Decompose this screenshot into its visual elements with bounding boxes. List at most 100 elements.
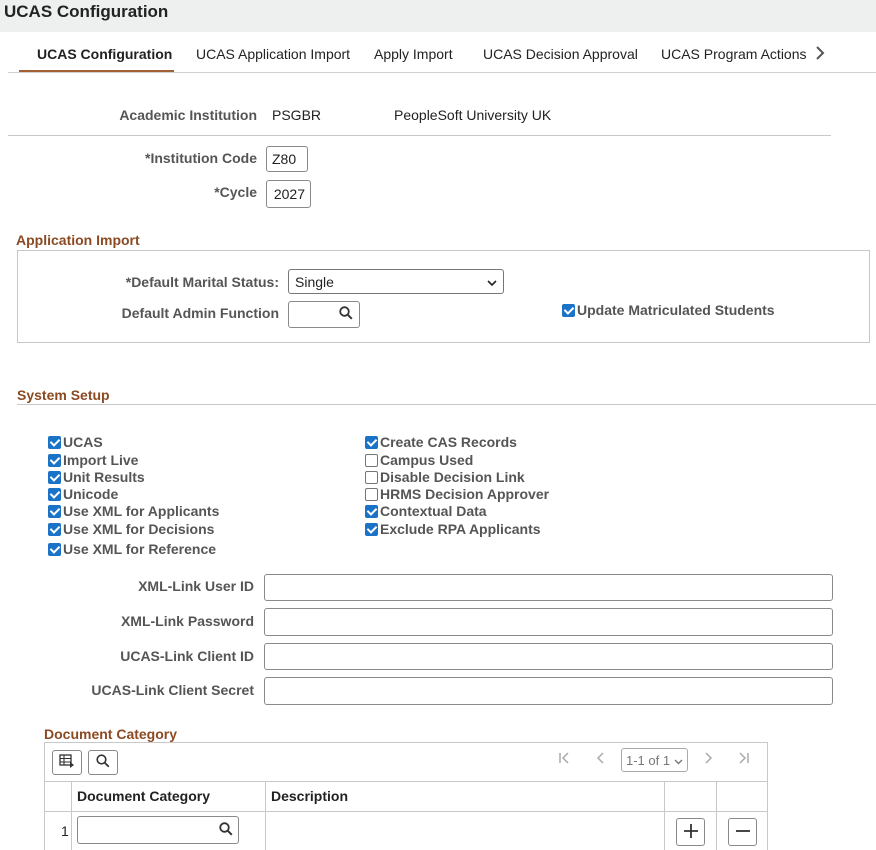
application-import-title: Application Import <box>16 232 140 248</box>
page-range-select[interactable]: 1-1 of 1 <box>621 748 688 772</box>
use-xml-applicants-checkbox[interactable]: Use XML for Applicants <box>48 503 219 519</box>
tab-ucas-configuration[interactable]: UCAS Configuration <box>37 46 172 62</box>
chevron-right-icon[interactable] <box>814 44 826 67</box>
institution-code-label: *Institution Code <box>145 150 257 166</box>
xml-link-user-id-input[interactable] <box>264 574 833 601</box>
cycle-label: *Cycle <box>214 184 257 200</box>
ucas-link-client-id-label: UCAS-Link Client ID <box>120 648 254 664</box>
chevron-down-icon <box>674 753 683 768</box>
checkbox-unchecked-icon <box>365 487 378 501</box>
document-category-input[interactable] <box>77 816 239 844</box>
update-matriculated-students-checkbox[interactable]: Update Matriculated Students <box>562 302 775 318</box>
delete-row-button[interactable] <box>728 818 757 846</box>
unicode-label: Unicode <box>63 486 119 502</box>
checkbox-checked-icon <box>48 453 61 467</box>
personalize-grid-button[interactable] <box>52 750 82 775</box>
checkbox-checked-icon <box>365 435 378 449</box>
checkbox-checked-icon <box>48 522 61 536</box>
checkbox-checked-icon <box>48 542 61 556</box>
grid-col-divider <box>716 781 717 850</box>
document-category-title: Document Category <box>44 726 178 742</box>
xml-link-password-input[interactable] <box>264 608 833 636</box>
default-marital-status-value: Single <box>295 273 334 290</box>
hrms-decision-approver-checkbox[interactable]: HRMS Decision Approver <box>365 486 549 502</box>
disable-decision-link-checkbox[interactable]: Disable Decision Link <box>365 469 525 485</box>
academic-institution-code: PSGBR <box>272 107 322 123</box>
last-page-icon[interactable] <box>738 751 750 769</box>
default-admin-function-label: Default Admin Function <box>121 305 279 321</box>
disable-decision-link-label: Disable Decision Link <box>380 469 525 485</box>
use-xml-decisions-checkbox[interactable]: Use XML for Decisions <box>48 521 214 537</box>
column-header-document-category[interactable]: Document Category <box>77 788 210 804</box>
minus-icon <box>735 823 751 842</box>
exclude-rpa-applicants-label: Exclude RPA Applicants <box>380 521 541 537</box>
grid-header-bottom-line <box>44 811 768 812</box>
xml-link-password-label: XML-Link Password <box>120 613 254 629</box>
checkbox-unchecked-icon <box>365 470 378 484</box>
plus-icon <box>683 823 699 842</box>
ucas-link-client-secret-input[interactable] <box>264 677 833 705</box>
add-row-button[interactable] <box>676 818 705 846</box>
search-icon[interactable] <box>219 822 233 839</box>
search-icon[interactable] <box>339 306 353 323</box>
tab-ucas-application-import[interactable]: UCAS Application Import <box>196 46 350 62</box>
campus-used-checkbox[interactable]: Campus Used <box>365 452 473 468</box>
grid-col-divider <box>265 781 266 850</box>
chevron-down-icon <box>487 274 497 290</box>
application-import-box <box>17 250 870 343</box>
tab-apply-import[interactable]: Apply Import <box>374 46 453 62</box>
search-icon <box>96 754 110 771</box>
checkbox-checked-icon <box>562 303 575 317</box>
ucas-link-client-id-input[interactable] <box>264 643 833 670</box>
page-title: UCAS Configuration <box>4 2 169 21</box>
column-header-description[interactable]: Description <box>271 788 348 804</box>
import-live-label: Import Live <box>63 452 139 468</box>
previous-page-icon[interactable] <box>595 751 605 769</box>
default-marital-status-select[interactable]: Single <box>288 269 504 294</box>
use-xml-decisions-label: Use XML for Decisions <box>63 521 215 537</box>
system-setup-divider <box>17 404 876 405</box>
tab-ucas-decision-approval[interactable]: UCAS Decision Approval <box>483 46 638 62</box>
row-number: 1 <box>61 823 69 839</box>
tabs-divider <box>8 72 876 73</box>
hrms-decision-approver-label: HRMS Decision Approver <box>380 486 550 502</box>
unicode-checkbox[interactable]: Unicode <box>48 486 118 502</box>
xml-link-user-id-label: XML-Link User ID <box>138 578 254 594</box>
ucas-checkbox[interactable]: UCAS <box>48 434 103 450</box>
grid-header-top-line <box>44 781 768 782</box>
next-page-icon[interactable] <box>704 751 714 769</box>
exclude-rpa-applicants-checkbox[interactable]: Exclude RPA Applicants <box>365 521 541 537</box>
use-xml-reference-checkbox[interactable]: Use XML for Reference <box>48 541 216 557</box>
contextual-data-label: Contextual Data <box>380 503 487 519</box>
ucas-link-client-secret-label: UCAS-Link Client Secret <box>91 682 254 698</box>
checkbox-checked-icon <box>365 522 378 536</box>
tab-ucas-program-actions[interactable]: UCAS Program Actions <box>661 46 807 62</box>
cycle-input[interactable]: 2027 <box>266 180 311 208</box>
default-marital-status-label: *Default Marital Status: <box>125 274 279 290</box>
use-xml-applicants-label: Use XML for Applicants <box>63 503 220 519</box>
contextual-data-checkbox[interactable]: Contextual Data <box>365 503 487 519</box>
checkbox-checked-icon <box>48 435 61 449</box>
first-page-icon[interactable] <box>558 751 570 769</box>
system-setup-title: System Setup <box>17 387 110 403</box>
checkbox-checked-icon <box>48 487 61 501</box>
ucas-label: UCAS <box>63 434 103 450</box>
checkbox-checked-icon <box>48 470 61 484</box>
campus-used-label: Campus Used <box>380 452 474 468</box>
grid-col-divider <box>664 781 665 850</box>
create-cas-records-checkbox[interactable]: Create CAS Records <box>365 434 517 450</box>
update-matriculated-students-label: Update Matriculated Students <box>577 302 775 318</box>
import-live-checkbox[interactable]: Import Live <box>48 452 138 468</box>
create-cas-records-label: Create CAS Records <box>380 434 517 450</box>
grid-col-divider <box>71 781 72 850</box>
use-xml-reference-label: Use XML for Reference <box>63 541 217 557</box>
academic-institution-label: Academic Institution <box>119 107 257 123</box>
checkbox-unchecked-icon <box>365 453 378 467</box>
page-range-value: 1-1 of 1 <box>626 752 671 768</box>
unit-results-checkbox[interactable]: Unit Results <box>48 469 145 485</box>
institution-code-input[interactable]: Z80 <box>266 146 308 172</box>
checkbox-checked-icon <box>365 504 378 518</box>
grid-settings-icon <box>59 754 75 771</box>
academic-institution-name: PeopleSoft University UK <box>394 107 552 123</box>
grid-search-button[interactable] <box>88 750 118 775</box>
